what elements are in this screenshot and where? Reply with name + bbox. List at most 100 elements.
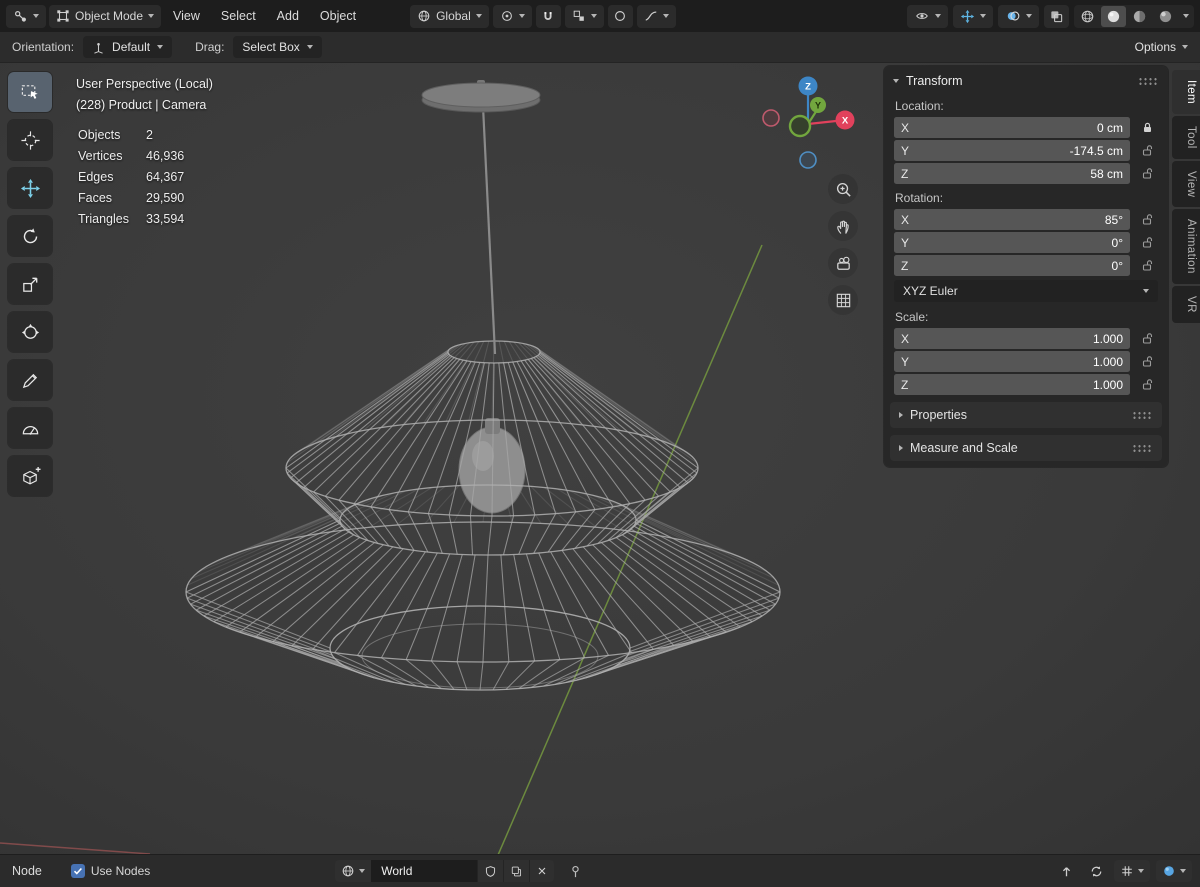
use-nodes-checkbox[interactable]: Use Nodes <box>70 864 150 878</box>
proportional-circle-icon <box>615 11 626 21</box>
axis-value: 1.000 <box>1092 377 1123 392</box>
properties-panel-header[interactable]: Properties <box>890 402 1162 428</box>
scale-x-lock-button[interactable] <box>1140 332 1155 345</box>
panel-grip-handle[interactable] <box>1138 76 1159 86</box>
menu-node[interactable]: Node <box>8 860 46 883</box>
preview-sphere-icon <box>1164 866 1174 876</box>
gizmo-axis-x-neg[interactable] <box>762 109 780 127</box>
tool-annotate[interactable] <box>8 360 52 400</box>
falloff-dropdown[interactable] <box>636 4 676 28</box>
location-x-lock-button[interactable] <box>1140 121 1155 134</box>
orientation-default-dropdown[interactable]: Default <box>83 36 173 58</box>
scale-y-lock-button[interactable] <box>1140 355 1155 368</box>
browse-world-button[interactable] <box>335 860 372 882</box>
menu-view[interactable]: View <box>164 5 209 28</box>
snap-toggle-button[interactable] <box>535 4 561 28</box>
snap-node-dropdown[interactable] <box>1114 860 1150 882</box>
zoom-button[interactable] <box>828 174 858 204</box>
refresh-button[interactable] <box>1084 860 1108 882</box>
navigation-gizmo[interactable]: Z Y X <box>760 74 856 170</box>
panel-grip-handle[interactable] <box>1132 410 1153 420</box>
gizmo-axis-z-neg[interactable] <box>799 151 817 169</box>
mode-dropdown[interactable]: Object Mode <box>49 4 162 28</box>
fake-user-button[interactable] <box>477 860 504 882</box>
panel-grip-handle[interactable] <box>1132 443 1153 453</box>
duplicate-datablock-button[interactable] <box>503 860 530 882</box>
tool-move[interactable] <box>8 168 52 208</box>
rotation-x-lock-button[interactable] <box>1140 213 1155 226</box>
scale-z-lock-button[interactable] <box>1140 378 1155 391</box>
annotate-pen-icon <box>22 373 37 388</box>
chevron-down-icon <box>935 14 941 18</box>
tool-add-primitive[interactable] <box>8 456 52 496</box>
pan-button[interactable] <box>828 211 858 241</box>
axis-label: Y <box>901 235 910 250</box>
world-name-field[interactable]: World <box>371 860 478 882</box>
proportional-edit-button[interactable] <box>607 4 633 28</box>
chevron-down-icon <box>1143 289 1149 293</box>
gizmos-dropdown[interactable] <box>953 4 993 28</box>
rotation-z-lock-button[interactable] <box>1140 259 1155 272</box>
tab-view[interactable]: View <box>1172 160 1200 207</box>
rotation-y-lock-button[interactable] <box>1140 236 1155 249</box>
tab-vr[interactable]: VR <box>1172 285 1200 323</box>
unlink-datablock-button[interactable] <box>529 860 555 882</box>
stat-label: Triangles <box>78 212 129 226</box>
panel-title: Properties <box>910 408 967 422</box>
overlays-dropdown[interactable] <box>998 4 1039 28</box>
falloff-curve-icon <box>645 11 657 21</box>
tool-measure[interactable] <box>8 408 52 448</box>
xray-toggle-button[interactable] <box>1044 4 1069 28</box>
gizmo-axis-y-neg[interactable] <box>788 114 812 138</box>
pin-button[interactable] <box>563 860 587 882</box>
scale-y-field[interactable]: Y 1.000 <box>894 351 1130 372</box>
scale-y-row: Y 1.000 <box>884 351 1168 372</box>
options-dropdown[interactable]: Options <box>1135 40 1188 54</box>
drag-mode-dropdown[interactable]: Select Box <box>233 36 322 58</box>
go-to-parent-button[interactable] <box>1054 860 1078 882</box>
location-z-lock-button[interactable] <box>1140 167 1155 180</box>
tool-scale[interactable] <box>8 264 52 304</box>
tool-cursor[interactable] <box>8 120 52 160</box>
menu-object[interactable]: Object <box>311 5 365 28</box>
tool-transform[interactable] <box>8 312 52 352</box>
chevron-down-icon[interactable] <box>1183 14 1189 18</box>
scale-z-field[interactable]: Z 1.000 <box>894 374 1130 395</box>
menu-add[interactable]: Add <box>268 5 308 28</box>
tab-item[interactable]: Item <box>1172 70 1200 114</box>
editor-overlays-dropdown[interactable] <box>1156 860 1192 882</box>
tool-select-box[interactable] <box>8 72 52 112</box>
checkbox-checked-icon[interactable] <box>70 864 85 878</box>
rotation-z-field[interactable]: Z 0° <box>894 255 1130 276</box>
editor-type-button[interactable] <box>6 4 46 28</box>
location-x-field[interactable]: X 0 cm <box>894 117 1130 138</box>
orientation-dropdown[interactable]: Global <box>410 4 489 28</box>
camera-view-button[interactable] <box>828 248 858 278</box>
snap-target-dropdown[interactable] <box>564 4 604 28</box>
rotation-x-field[interactable]: X 85° <box>894 209 1130 230</box>
pivot-point-dropdown[interactable] <box>492 4 532 28</box>
tab-tool[interactable]: Tool <box>1172 115 1200 159</box>
shading-solid-button[interactable] <box>1101 5 1126 27</box>
tool-rotate[interactable] <box>8 216 52 256</box>
rotation-mode-dropdown[interactable]: XYZ Euler <box>894 280 1158 302</box>
tab-animation[interactable]: Animation <box>1172 209 1200 284</box>
toggle-perspective-button[interactable] <box>828 285 858 315</box>
visibility-dropdown[interactable] <box>907 4 948 28</box>
rotation-y-field[interactable]: Y 0° <box>894 232 1130 253</box>
stat-value: 33,594 <box>146 212 185 226</box>
shading-wireframe-button[interactable] <box>1075 6 1100 27</box>
shading-material-button[interactable] <box>1127 6 1152 27</box>
scale-x-field[interactable]: X 1.000 <box>894 328 1130 349</box>
viewport[interactable]: User Perspective (Local) (228) Product |… <box>0 62 1200 855</box>
transform-panel-header[interactable]: Transform <box>884 66 1168 94</box>
measure-scale-panel-header[interactable]: Measure and Scale <box>890 435 1162 461</box>
shading-rendered-button[interactable] <box>1153 6 1178 27</box>
sidebar-tabs: Item Tool View Animation VR <box>1172 70 1200 323</box>
location-y-lock-button[interactable] <box>1140 144 1155 157</box>
location-y-field[interactable]: Y -174.5 cm <box>894 140 1130 161</box>
use-nodes-label[interactable]: Use Nodes <box>91 864 150 878</box>
location-z-field[interactable]: Z 58 cm <box>894 163 1130 184</box>
scale-icon <box>22 277 37 292</box>
menu-select[interactable]: Select <box>212 5 265 28</box>
